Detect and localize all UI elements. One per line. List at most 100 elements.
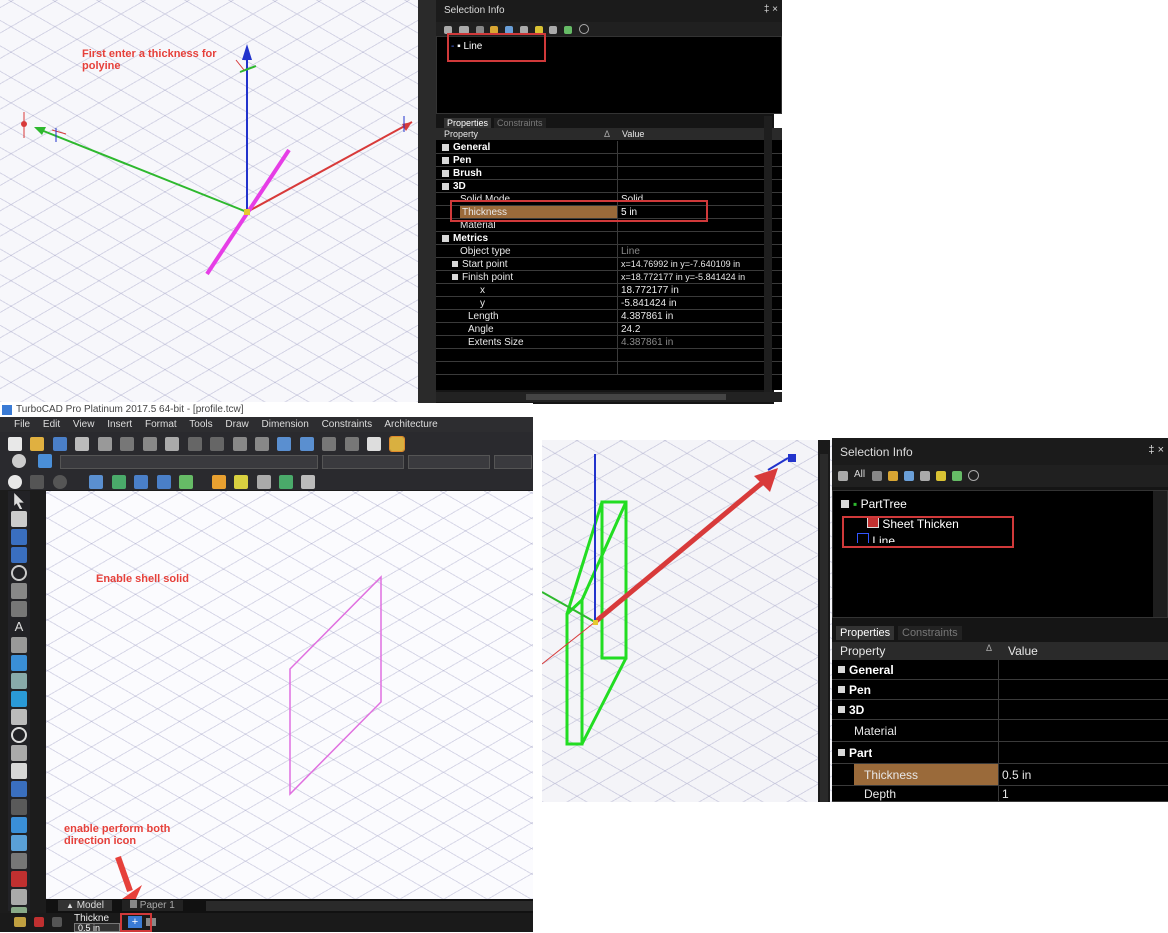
search-icon[interactable] (968, 470, 979, 481)
row-brush[interactable]: Brush (436, 167, 782, 180)
tree-item-parttree[interactable]: ▪ PartTree (841, 497, 907, 511)
render-icon[interactable] (30, 474, 45, 489)
filter-icon[interactable] (872, 471, 882, 481)
sphere-tool-icon[interactable] (11, 727, 27, 743)
table-icon[interactable] (564, 25, 573, 34)
col-value[interactable]: Value (1008, 644, 1038, 658)
zoom-in-icon[interactable] (232, 436, 247, 451)
info-icon[interactable] (936, 471, 946, 481)
all-button[interactable]: All (854, 469, 865, 480)
col-property[interactable]: Property (840, 644, 885, 658)
snap-tool-icon[interactable] (11, 817, 27, 833)
paste-icon[interactable] (165, 436, 180, 451)
layer-dropdown[interactable] (60, 455, 318, 469)
properties-icon[interactable] (256, 474, 271, 489)
wireframe-icon[interactable] (111, 474, 126, 489)
status-icon-1[interactable] (14, 917, 26, 927)
sort-arrow[interactable]: Δ (604, 129, 610, 139)
redraw-icon[interactable] (344, 436, 359, 451)
row-length[interactable]: Length 4.387861 in (436, 310, 782, 323)
thickness-input[interactable]: 0.5 in (74, 923, 120, 933)
camera-icon[interactable] (89, 474, 104, 489)
menu-edit[interactable]: Edit (43, 419, 60, 430)
copy-icon[interactable] (142, 436, 157, 451)
layer-tool-icon[interactable] (11, 799, 27, 815)
redo-icon[interactable] (210, 436, 225, 451)
hatch-tool-icon[interactable] (11, 673, 27, 689)
col-property[interactable]: Property (444, 129, 478, 139)
gear-icon[interactable] (12, 454, 26, 468)
sphere-icon[interactable] (52, 474, 67, 489)
row-3d[interactable]: 3D (436, 180, 782, 193)
edit-tool-icon[interactable] (11, 889, 27, 905)
panel-controls[interactable]: ‡ × (764, 4, 778, 15)
bottom-right-viewport[interactable] (542, 440, 832, 802)
row-extents-size[interactable]: Extents Size 4.387861 in (436, 336, 782, 349)
menu-view[interactable]: View (73, 419, 95, 430)
tab-model[interactable]: ▲ Model (58, 900, 112, 911)
row-x[interactable]: x 18.772177 in (436, 284, 782, 297)
hidden-line-icon[interactable] (134, 474, 149, 489)
menu-tools[interactable]: Tools (189, 419, 212, 430)
section-icon[interactable] (234, 474, 249, 489)
save-icon[interactable] (52, 436, 67, 451)
menu-architecture[interactable]: Architecture (384, 419, 437, 430)
sort-arrow[interactable]: Δ (986, 643, 992, 653)
status-icon-2[interactable] (34, 917, 44, 927)
sort-icon[interactable] (549, 25, 558, 34)
grid-tool-icon[interactable] (11, 853, 27, 869)
search-icon[interactable] (579, 24, 590, 34)
table-icon[interactable] (952, 471, 962, 481)
tab-properties[interactable]: Properties (444, 118, 492, 128)
node-edit-icon[interactable] (11, 511, 27, 527)
menu-format[interactable]: Format (145, 419, 177, 430)
material-icon[interactable] (179, 474, 194, 489)
lighting-icon[interactable] (211, 474, 226, 489)
tab-constraints[interactable]: Constraints (898, 626, 962, 640)
extrude-tool-icon[interactable] (11, 745, 27, 761)
menu-file[interactable]: File (14, 419, 30, 430)
select-icon[interactable] (838, 471, 848, 481)
tree-scrollbar[interactable] (1153, 491, 1167, 617)
menu-insert[interactable]: Insert (107, 419, 132, 430)
menu-draw[interactable]: Draw (225, 419, 248, 430)
shell-tool-icon[interactable] (11, 781, 27, 797)
row-start-point[interactable]: Start point x=14.76992 in y=-7.640109 in (436, 258, 782, 271)
tab-constraints[interactable]: Constraints (494, 118, 546, 128)
zoom-extents-icon[interactable] (299, 436, 314, 451)
pan-icon[interactable] (322, 436, 337, 451)
block-tool-icon[interactable] (11, 691, 27, 707)
zoom-out-icon[interactable] (254, 436, 269, 451)
line-tool-icon[interactable] (11, 529, 27, 545)
viewport-scrollbar[interactable] (818, 440, 830, 802)
menu-constraints[interactable]: Constraints (322, 419, 373, 430)
layers-icon[interactable] (388, 435, 405, 452)
row-part[interactable]: Part (832, 742, 1168, 764)
grid-icon[interactable] (920, 471, 930, 481)
tab-properties[interactable]: Properties (836, 626, 895, 640)
open-folder-icon[interactable] (30, 436, 45, 451)
row-general[interactable]: General (832, 660, 1168, 680)
style-dropdown[interactable] (494, 455, 532, 469)
select-tool-icon[interactable] (14, 493, 24, 509)
camera-tool-icon[interactable] (11, 709, 27, 725)
row-y[interactable]: y -5.841424 in (436, 297, 782, 310)
row-pen[interactable]: Pen (832, 680, 1168, 700)
row-pen[interactable]: Pen (436, 154, 782, 167)
print-preview-icon[interactable] (97, 436, 112, 451)
layer-icon[interactable] (38, 454, 52, 468)
cloud-icon[interactable] (8, 474, 22, 489)
copy-icon[interactable] (904, 471, 914, 481)
row-thickness[interactable]: Thickness 0.5 in (832, 764, 1168, 786)
text-tool-icon[interactable]: A (11, 619, 27, 635)
tree-icon[interactable] (888, 471, 898, 481)
help-icon[interactable] (367, 436, 382, 451)
fill-tool-icon[interactable] (11, 655, 27, 671)
row-material[interactable]: Material (832, 720, 1168, 742)
row-object-type[interactable]: Object type Line (436, 245, 782, 258)
new-file-icon[interactable] (8, 436, 22, 451)
col-value[interactable]: Value (622, 129, 644, 139)
width-dropdown[interactable] (408, 455, 490, 469)
row-depth[interactable]: Depth 1 (832, 786, 1168, 802)
status-icon-3[interactable] (52, 917, 62, 927)
